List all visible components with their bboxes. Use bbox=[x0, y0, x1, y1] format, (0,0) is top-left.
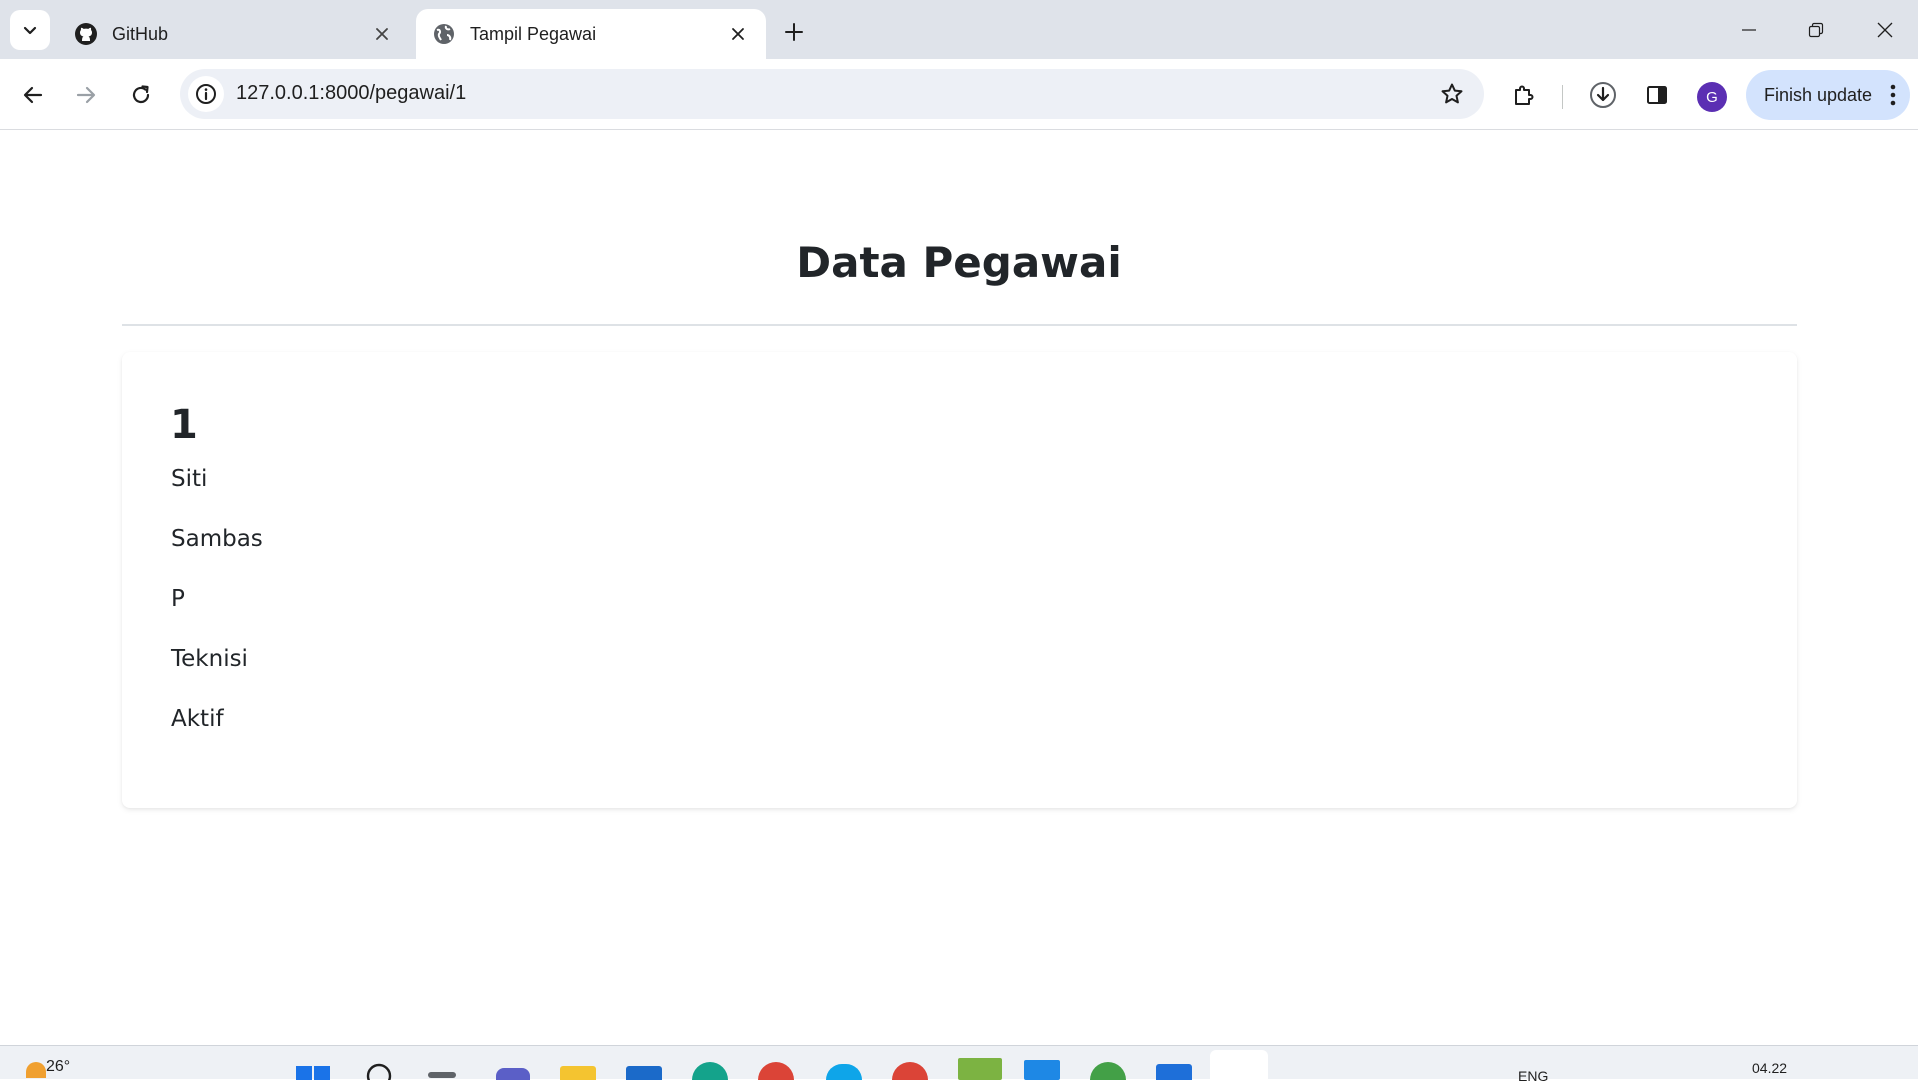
employee-first-name: Siti bbox=[171, 466, 208, 492]
clock-time[interactable]: 04.22 bbox=[1752, 1060, 1787, 1076]
downloads-button[interactable] bbox=[1583, 75, 1623, 115]
puzzle-icon bbox=[1515, 85, 1534, 105]
search-button[interactable] bbox=[364, 1060, 394, 1085]
page-title: Data Pegawai bbox=[796, 238, 1122, 287]
weather-icon[interactable] bbox=[26, 1062, 46, 1078]
employee-id: 1 bbox=[170, 402, 198, 448]
employee-card: 1 Siti Sambas P Teknisi Aktif bbox=[122, 352, 1797, 808]
close-window-button[interactable] bbox=[1865, 12, 1905, 48]
edge-icon[interactable] bbox=[692, 1062, 728, 1080]
minimize-icon bbox=[1742, 29, 1756, 31]
chrome-icon[interactable] bbox=[892, 1062, 928, 1080]
minimize-button[interactable] bbox=[1729, 12, 1769, 48]
finish-update-button[interactable]: Finish update bbox=[1746, 70, 1910, 120]
restore-button[interactable] bbox=[1796, 12, 1836, 48]
forward-button[interactable] bbox=[66, 75, 106, 115]
address-bar[interactable]: 127.0.0.1:8000/pegawai/1 bbox=[180, 69, 1484, 119]
weather-temp: 26° bbox=[46, 1058, 71, 1075]
employee-last-name: Sambas bbox=[171, 526, 263, 552]
tab-tampil-pegawai[interactable]: Tampil Pegawai bbox=[416, 9, 766, 59]
reload-icon bbox=[132, 85, 150, 104]
tab-title: Tampil Pegawai bbox=[470, 23, 597, 44]
url-text: 127.0.0.1:8000/pegawai/1 bbox=[236, 82, 467, 104]
back-button[interactable] bbox=[13, 75, 53, 115]
tab-github[interactable]: GitHub bbox=[58, 9, 410, 59]
more-vert-icon[interactable] bbox=[1890, 83, 1896, 112]
search-icon bbox=[366, 1063, 392, 1085]
windows-icon bbox=[296, 1066, 330, 1080]
chrome-profile-icon[interactable] bbox=[758, 1062, 794, 1080]
employee-status: Aktif bbox=[171, 706, 224, 732]
divider bbox=[122, 324, 1797, 326]
github-icon bbox=[74, 22, 98, 46]
plus-icon bbox=[785, 23, 803, 41]
start-button[interactable] bbox=[296, 1060, 330, 1080]
chevron-down-icon bbox=[23, 26, 37, 35]
side-panel-icon bbox=[1647, 86, 1667, 104]
app-icon[interactable] bbox=[1090, 1062, 1126, 1080]
close-icon bbox=[1877, 22, 1893, 38]
info-icon bbox=[196, 84, 216, 104]
extensions-button[interactable] bbox=[1504, 75, 1544, 115]
site-info-button[interactable] bbox=[188, 76, 224, 112]
side-panel-button[interactable] bbox=[1637, 75, 1677, 115]
close-icon[interactable] bbox=[370, 22, 394, 46]
globe-icon bbox=[432, 22, 456, 46]
task-view-icon[interactable] bbox=[428, 1072, 456, 1078]
profile-avatar[interactable]: G bbox=[1697, 82, 1727, 112]
tab-title: GitHub bbox=[112, 23, 169, 44]
tab-search-button[interactable] bbox=[10, 10, 50, 50]
browser-toolbar: 127.0.0.1:8000/pegawai/1 bbox=[0, 59, 1918, 130]
close-icon[interactable] bbox=[726, 22, 750, 46]
arrow-right-icon bbox=[76, 86, 96, 104]
terminal-app-icon[interactable] bbox=[958, 1058, 1002, 1080]
tab-strip: GitHub Tampil Pegawai bbox=[0, 0, 1918, 59]
language-indicator[interactable]: ENG bbox=[1518, 1068, 1548, 1084]
taskbar: 26° ENG 04.22 bbox=[0, 1045, 1918, 1085]
vscode-icon[interactable] bbox=[1024, 1060, 1060, 1080]
finish-update-label: Finish update bbox=[1764, 84, 1873, 105]
new-tab-button[interactable] bbox=[776, 14, 812, 50]
toolbar-separator bbox=[1562, 85, 1563, 109]
star-icon bbox=[1441, 83, 1463, 104]
teams-icon[interactable] bbox=[496, 1068, 530, 1080]
reload-button[interactable] bbox=[121, 75, 161, 115]
arrow-left-icon bbox=[23, 86, 43, 104]
employee-position: Teknisi bbox=[171, 646, 248, 672]
bookmark-button[interactable] bbox=[1434, 76, 1470, 112]
restore-icon bbox=[1808, 22, 1824, 38]
download-icon bbox=[1590, 82, 1616, 108]
active-app-icon[interactable] bbox=[1210, 1050, 1268, 1080]
employee-gender: P bbox=[171, 586, 185, 612]
